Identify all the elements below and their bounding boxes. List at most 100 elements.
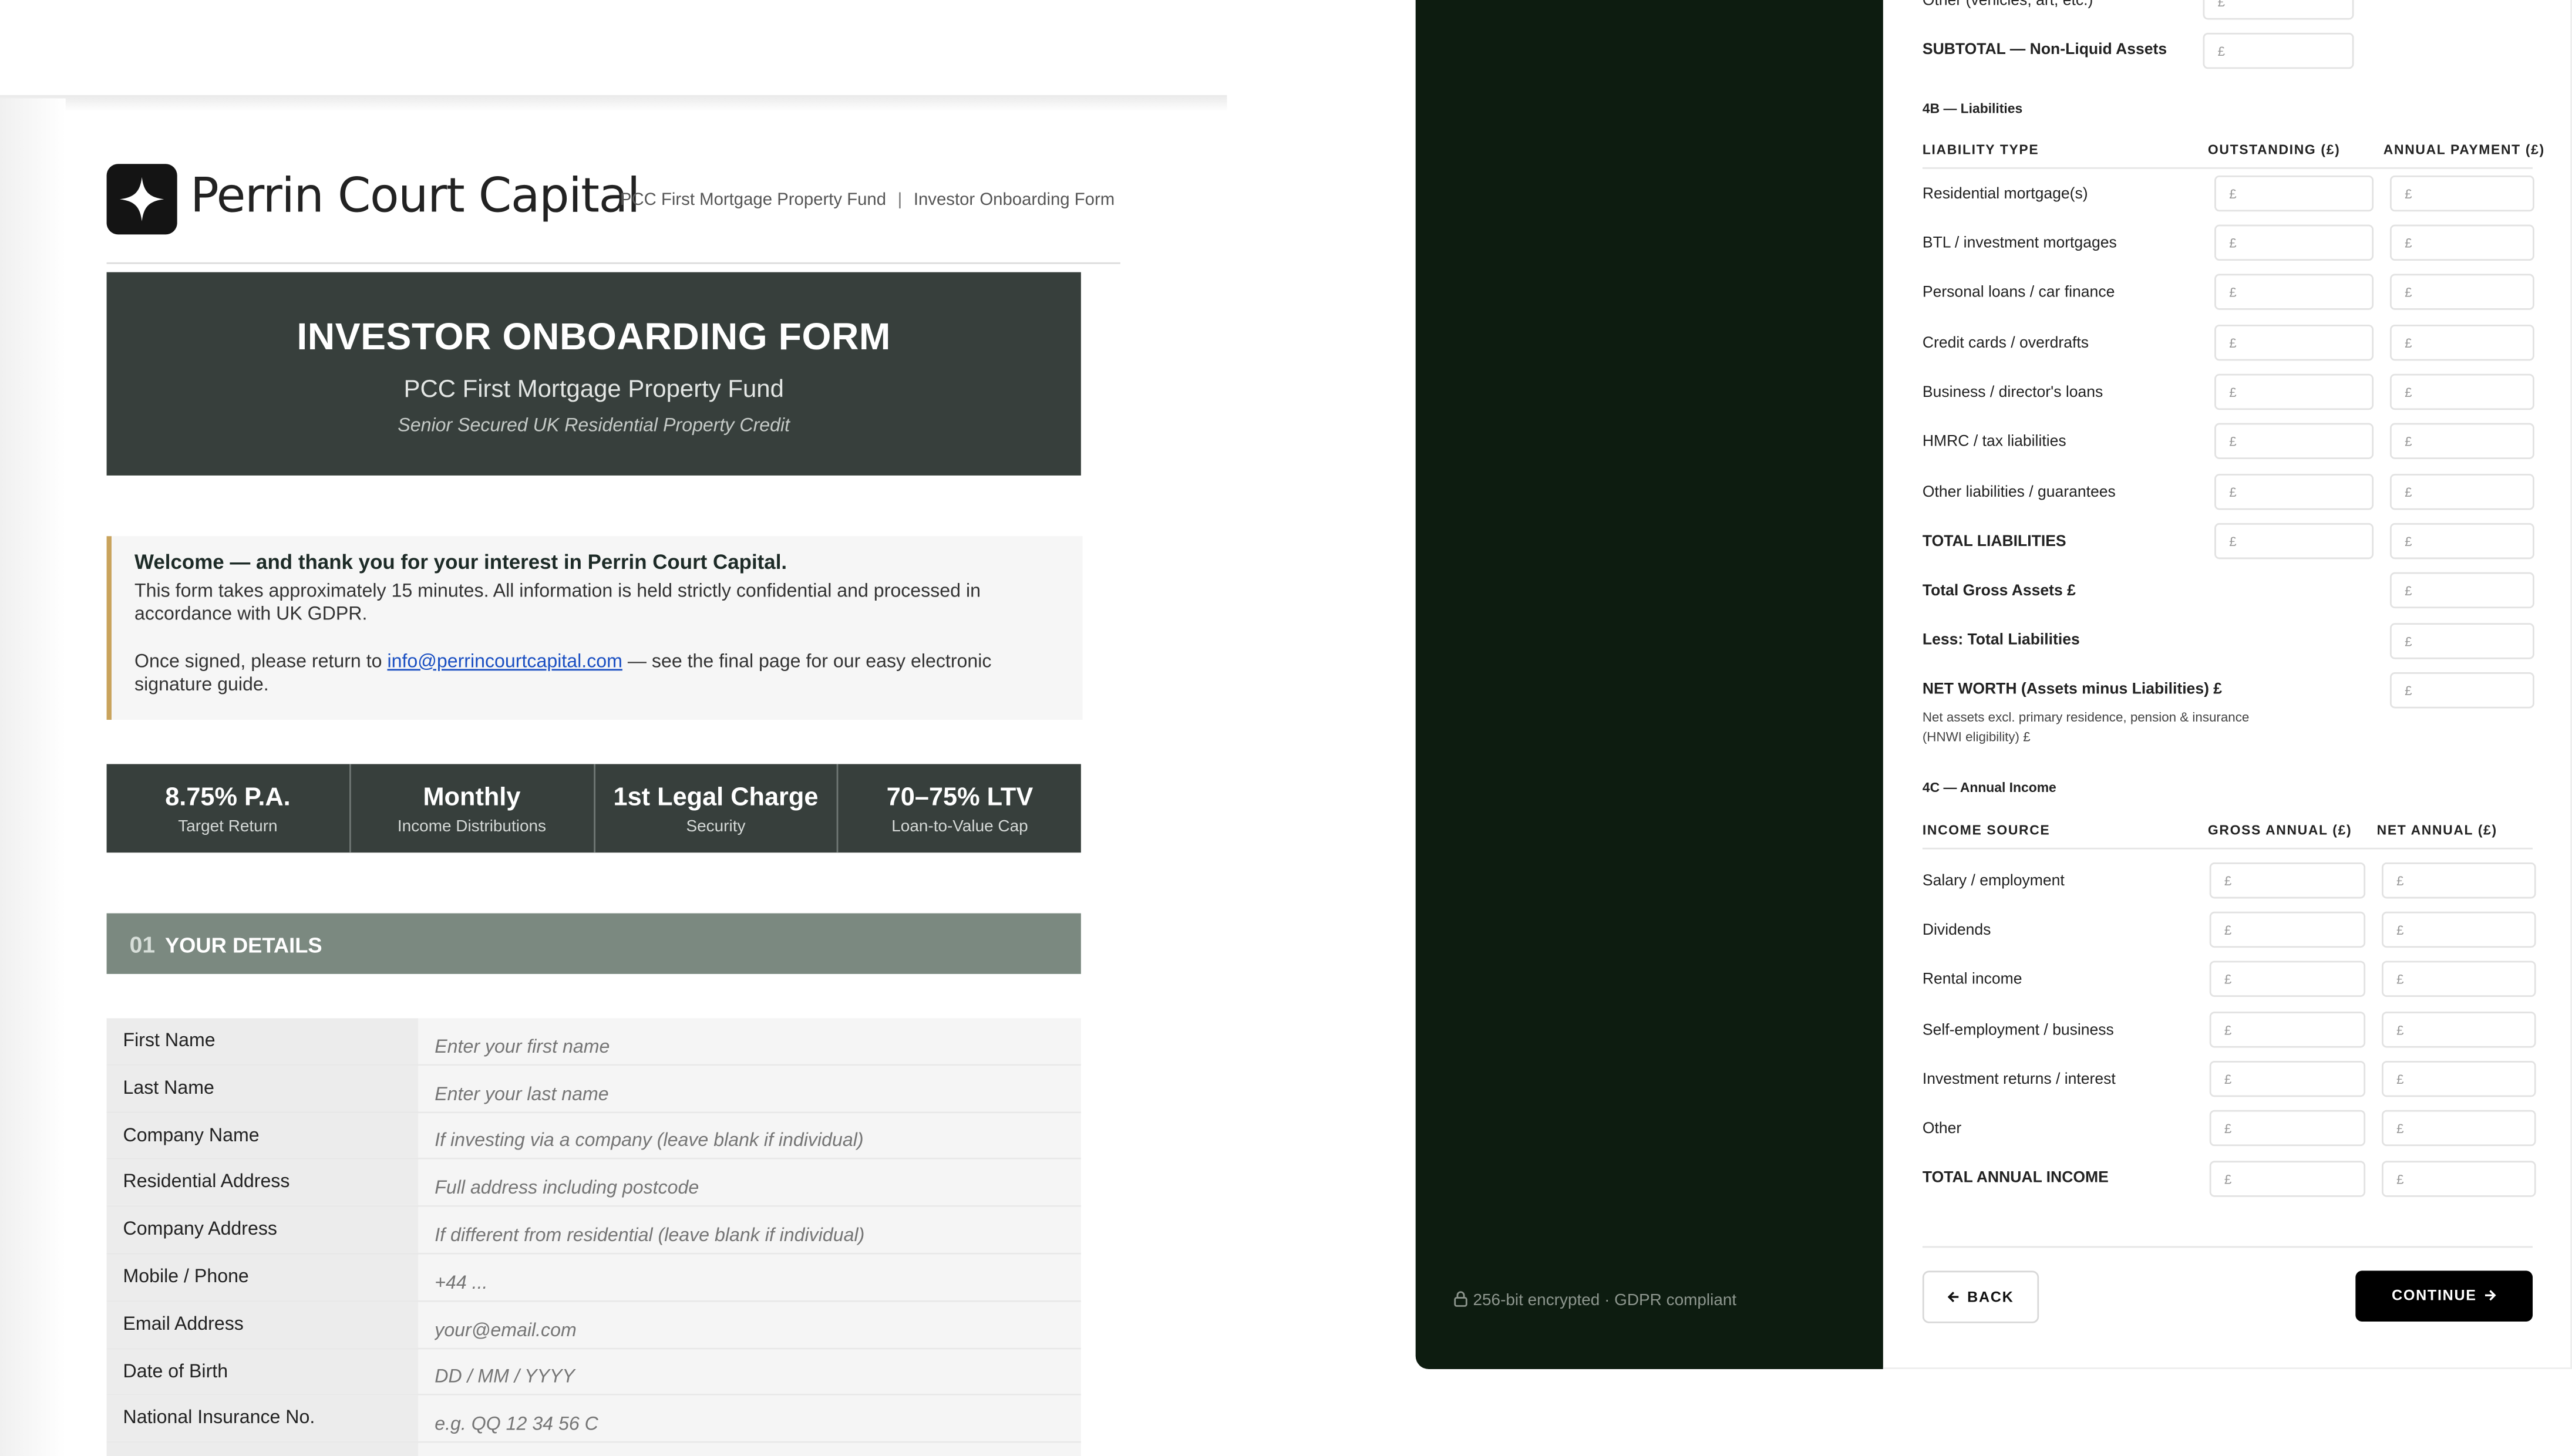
net-worth-input[interactable]: £ [2389, 672, 2534, 709]
outstanding-input[interactable]: £ [2214, 474, 2374, 510]
field-label: Last Name [106, 1065, 419, 1111]
back-button[interactable]: BACK [1922, 1270, 2039, 1323]
page-shadow [0, 95, 1227, 112]
field-label: Residential Address [106, 1160, 419, 1206]
residential-address-input[interactable] [418, 1160, 1081, 1206]
col-net-annual: NET ANNUAL (£) [2376, 823, 2497, 838]
gross-annual-input[interactable]: £ [2209, 960, 2366, 997]
annual-payment-input[interactable]: £ [2389, 175, 2534, 212]
stat-value: Monthly [423, 783, 521, 812]
divider [1922, 167, 2533, 169]
income-label: Dividends [1922, 921, 1991, 940]
annual-payment-input[interactable]: £ [2389, 423, 2534, 459]
col-liability-type: LIABILITY TYPE [1922, 142, 2039, 158]
back-label: BACK [1967, 1289, 2014, 1306]
gross-annual-input[interactable]: £ [2209, 1060, 2366, 1097]
total-gross-input[interactable]: £ [2209, 1161, 2366, 1197]
brand-logo [106, 164, 177, 235]
header-separator: | [897, 190, 903, 210]
star-icon [119, 177, 164, 222]
annual-payment-input[interactable]: £ [2389, 224, 2534, 261]
first-name-input[interactable] [418, 1018, 1081, 1064]
divider [1922, 1246, 2533, 1248]
annual-payment-input[interactable]: £ [2389, 324, 2534, 361]
header-divider [106, 262, 1120, 264]
gross-assets-input[interactable]: £ [2389, 572, 2534, 609]
net-worth-label: NET WORTH (Assets minus Liabilities) £ [1922, 680, 2223, 699]
table-row: Email Address [106, 1301, 1081, 1349]
welcome-box: Welcome — and thank you for your interes… [106, 536, 1083, 720]
ni-number-input[interactable] [418, 1396, 1081, 1442]
total-net-input[interactable]: £ [2382, 1161, 2536, 1197]
liability-label: HMRC / tax liabilities [1922, 433, 2066, 451]
table-row: Company Name [106, 1113, 1081, 1160]
net-annual-input[interactable]: £ [2382, 911, 2536, 948]
last-name-input[interactable] [418, 1065, 1081, 1111]
email-input[interactable] [418, 1301, 1081, 1347]
gross-annual-input[interactable]: £ [2209, 1110, 2366, 1147]
section-number: 01 [129, 931, 156, 958]
total-outstanding-input[interactable]: £ [2214, 523, 2374, 560]
divider [1922, 847, 2533, 850]
less-liabilities-input[interactable]: £ [2389, 623, 2534, 659]
details-table: First Name Last Name Company Name Reside… [106, 1018, 1081, 1456]
gross-annual-input[interactable]: £ [2209, 911, 2366, 948]
annual-payment-input[interactable]: £ [2389, 274, 2534, 310]
arrow-left-icon [1948, 1290, 1960, 1302]
stat-distributions: Monthly Income Distributions [351, 764, 595, 853]
phone-input[interactable] [418, 1254, 1081, 1300]
gross-annual-input[interactable]: £ [2209, 862, 2366, 899]
banner-title: INVESTOR ONBOARDING FORM [297, 315, 891, 358]
welcome-para2-before: Once signed, please return to [134, 652, 388, 672]
subtotal-label: SUBTOTAL — Non-Liquid Assets [1922, 41, 2167, 59]
outstanding-input[interactable]: £ [2214, 274, 2374, 310]
income-label: Self-employment / business [1922, 1021, 2114, 1040]
total-income-label: TOTAL ANNUAL INCOME [1922, 1169, 2109, 1187]
continue-button[interactable]: CONTINUE [2355, 1270, 2533, 1322]
title-banner: INVESTOR ONBOARDING FORM PCC First Mortg… [106, 272, 1081, 476]
net-annual-input[interactable]: £ [2382, 1110, 2536, 1147]
income-label: Salary / employment [1922, 872, 2065, 891]
outstanding-input[interactable]: £ [2214, 175, 2374, 212]
liability-label: Other liabilities / guarantees [1922, 483, 2116, 502]
lock-icon [1454, 1291, 1467, 1307]
net-annual-input[interactable]: £ [2382, 862, 2536, 899]
table-row: Date of Birth [106, 1349, 1081, 1396]
outstanding-input[interactable]: £ [2214, 324, 2374, 361]
stat-security: 1st Legal Charge Security [595, 764, 839, 853]
stat-value: 70–75% LTV [886, 783, 1033, 812]
gross-assets-label: Total Gross Assets £ [1922, 582, 2076, 601]
other-assets-input[interactable]: £ [2203, 0, 2354, 20]
annual-payment-input[interactable]: £ [2389, 373, 2534, 410]
table-row: First Name [106, 1018, 1081, 1066]
total-payment-input[interactable]: £ [2389, 523, 2534, 560]
liability-label: Business / director's loans [1922, 383, 2103, 402]
col-annual-payment: ANNUAL PAYMENT (£) [2383, 142, 2545, 158]
stat-label: Target Return [178, 818, 278, 837]
stat-label: Income Distributions [397, 818, 546, 837]
page-edge-shade [0, 98, 66, 1456]
table-row: National Insurance No. [106, 1396, 1081, 1444]
annual-payment-input[interactable]: £ [2389, 474, 2534, 510]
outstanding-input[interactable]: £ [2214, 373, 2374, 410]
subtotal-input[interactable]: £ [2203, 32, 2354, 69]
outstanding-input[interactable]: £ [2214, 224, 2374, 261]
net-annual-input[interactable]: £ [2382, 1012, 2536, 1048]
welcome-para2: Once signed, please return to info@perri… [134, 650, 1059, 697]
dob-input[interactable] [418, 1349, 1081, 1394]
stat-value: 8.75% P.A. [165, 783, 291, 812]
contact-email-link[interactable]: info@perrincourtcapital.com [387, 652, 622, 672]
security-text: 256-bit encrypted · GDPR compliant [1473, 1292, 1737, 1310]
arrow-right-icon [2485, 1289, 2496, 1300]
company-name-input[interactable] [418, 1113, 1081, 1158]
table-row: Mobile / Phone [106, 1254, 1081, 1302]
net-annual-input[interactable]: £ [2382, 1060, 2536, 1097]
field-label: Email Address [106, 1301, 419, 1347]
security-note: 256-bit encrypted · GDPR compliant [1453, 1290, 1736, 1310]
net-annual-input[interactable]: £ [2382, 960, 2536, 997]
gross-annual-input[interactable]: £ [2209, 1012, 2366, 1048]
field-label: Mobile / Phone [106, 1254, 419, 1300]
company-address-input[interactable] [418, 1207, 1081, 1253]
outstanding-input[interactable]: £ [2214, 423, 2374, 459]
screen: Perrin Court Capital PCC First Mortgage … [0, 0, 2572, 1456]
